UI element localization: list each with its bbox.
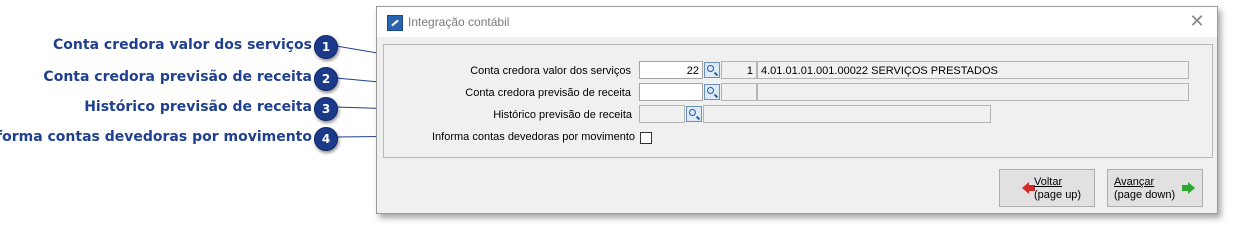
avancar-label: Avançar bbox=[1114, 176, 1155, 188]
historico-previsao-input[interactable] bbox=[639, 105, 685, 123]
conta-credora-previsao-lookup-icon[interactable] bbox=[704, 84, 720, 100]
avancar-button[interactable]: Avançar (page down) bbox=[1107, 169, 1203, 207]
voltar-label: Voltar bbox=[1034, 176, 1063, 188]
callout-label-3: Histórico previsão de receita bbox=[84, 99, 312, 115]
close-icon[interactable]: ✕ bbox=[1187, 11, 1207, 31]
conta-credora-valor-lookup-icon[interactable] bbox=[704, 62, 720, 78]
conta-credora-previsao-input[interactable] bbox=[639, 83, 703, 101]
avancar-shortcut: (page down) bbox=[1114, 189, 1176, 201]
voltar-shortcut: (page up) bbox=[1034, 189, 1082, 201]
callout-badge-3: 3 bbox=[314, 97, 338, 121]
informa-contas-devedoras-checkbox[interactable] bbox=[640, 132, 652, 144]
callout-badge-2: 2 bbox=[314, 67, 338, 91]
callout-label-4: Informa contas devedoras por movimento bbox=[0, 129, 312, 145]
conta-credora-previsao-code bbox=[721, 83, 757, 101]
conta-credora-valor-code: 1 bbox=[721, 61, 757, 79]
callout-badge-4: 4 bbox=[314, 127, 338, 151]
back-arrow-icon bbox=[1022, 182, 1035, 194]
conta-credora-valor-input[interactable]: 22 bbox=[639, 61, 703, 79]
conta-credora-previsao-description bbox=[757, 83, 1189, 101]
historico-previsao-label: Histórico previsão de receita bbox=[493, 109, 632, 121]
conta-credora-previsao-label: Conta credora previsão de receita bbox=[465, 87, 631, 99]
historico-previsao-description bbox=[703, 105, 991, 123]
voltar-button[interactable]: Voltar (page up) bbox=[999, 169, 1095, 207]
callout-label-1: Conta credora valor dos serviços bbox=[53, 37, 312, 53]
window-title: Integração contábil bbox=[408, 15, 510, 29]
conta-credora-valor-description: 4.01.01.01.001.00022 SERVIÇOS PRESTADOS bbox=[757, 61, 1189, 79]
callout-badge-1: 1 bbox=[314, 35, 338, 59]
informa-contas-devedoras-label: Informa contas devedoras por movimento bbox=[432, 131, 635, 143]
title-bar: Integração contábil ✕ bbox=[377, 7, 1217, 37]
callout-label-2: Conta credora previsão de receita bbox=[43, 69, 312, 85]
integracao-contabil-dialog: Integração contábil ✕ Conta credora valo… bbox=[376, 6, 1218, 214]
app-icon bbox=[387, 15, 403, 31]
form-group: Conta credora valor dos serviços 22 1 4.… bbox=[383, 44, 1213, 158]
conta-credora-valor-label: Conta credora valor dos serviços bbox=[470, 65, 631, 77]
forward-arrow-icon bbox=[1182, 182, 1195, 194]
historico-previsao-lookup-icon[interactable] bbox=[686, 106, 702, 122]
